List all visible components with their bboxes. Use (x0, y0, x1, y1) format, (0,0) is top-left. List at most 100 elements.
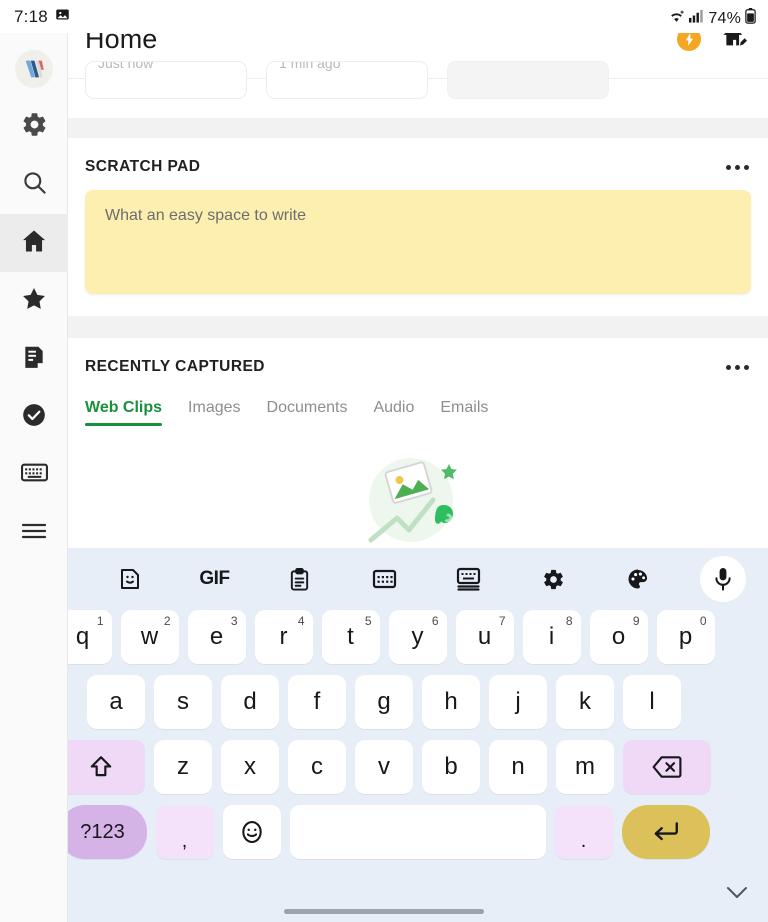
key-o[interactable]: 9o (589, 610, 648, 664)
battery-percent: 74% (708, 9, 741, 27)
key-superscript: 6 (431, 614, 439, 628)
tab-documents[interactable]: Documents (267, 399, 364, 426)
backspace-key[interactable] (623, 740, 711, 794)
recent-card-timestamp: 1 min ago (279, 61, 341, 71)
recent-card-timestamp: Just now (98, 61, 154, 71)
status-bar-right: 74% (668, 8, 756, 29)
key-label: r (279, 623, 288, 650)
sidebar-item-workspace-avatar[interactable] (0, 40, 68, 98)
recent-card[interactable]: Just now (85, 61, 247, 99)
key-u[interactable]: 7u (455, 610, 514, 664)
recent-card[interactable]: 1 min ago (266, 61, 428, 99)
one-handed-keyboard-icon[interactable] (361, 556, 407, 602)
gif-icon[interactable]: GIF (192, 556, 238, 602)
key-j[interactable]: j (489, 675, 547, 729)
recently-captured-section: RECENTLY CAPTURED Web Clips Images Docum… (68, 338, 768, 548)
key-superscript: 1 (96, 614, 104, 628)
photo-notification-icon (55, 7, 70, 27)
key-s[interactable]: s (154, 675, 212, 729)
keyboard-icon (20, 459, 48, 491)
section-spacer (68, 118, 768, 138)
sidebar-item-notes[interactable] (0, 330, 68, 388)
key-n[interactable]: n (489, 740, 547, 794)
gear-icon (21, 111, 48, 143)
sidebar-item-menu[interactable] (0, 504, 68, 562)
gif-label: GIF (199, 568, 230, 589)
key-e[interactable]: 3e (187, 610, 246, 664)
recent-card[interactable] (447, 61, 609, 99)
key-k[interactable]: k (556, 675, 614, 729)
key-label: e (209, 623, 224, 650)
key-label: o (611, 623, 626, 650)
key-superscript: 7 (498, 614, 506, 628)
sidebar-item-keyboard[interactable] (0, 446, 68, 504)
status-bar-left: 7:18 (14, 7, 70, 27)
keyboard-row-3: z x c v b n m (8, 740, 760, 794)
keyboard-bottom-bar (0, 870, 768, 922)
keyboard-key-rows: 1q 2w 3e 4r 5t 6y 7u 8i 9o 0p a s d f g … (0, 610, 768, 859)
key-h[interactable]: h (422, 675, 480, 729)
space-key[interactable] (289, 805, 546, 859)
key-superscript: 3 (230, 614, 238, 628)
evernote-logo-icon (15, 50, 53, 88)
scratch-pad-title: SCRATCH PAD (85, 158, 201, 175)
key-t[interactable]: 5t (321, 610, 380, 664)
sidebar-item-settings[interactable] (0, 98, 68, 156)
sidebar-item-tasks[interactable] (0, 388, 68, 446)
key-p[interactable]: 0p (656, 610, 715, 664)
tab-web-clips[interactable]: Web Clips (85, 399, 178, 426)
key-c[interactable]: c (288, 740, 346, 794)
recent-cards-strip: Just now 1 min ago (68, 61, 768, 118)
microphone-icon[interactable] (700, 556, 746, 602)
period-key[interactable]: . (554, 805, 613, 859)
key-label: i (548, 623, 555, 650)
recently-captured-overflow-icon[interactable] (724, 357, 751, 378)
keyboard-row-2: a s d f g h j k l (8, 675, 760, 729)
key-m[interactable]: m (556, 740, 614, 794)
scratch-pad-input[interactable]: What an easy space to write (85, 190, 751, 294)
key-g[interactable]: g (355, 675, 413, 729)
tab-emails[interactable]: Emails (440, 399, 504, 426)
comma-key[interactable]: , (155, 805, 214, 859)
sidebar-item-shortcuts[interactable] (0, 272, 68, 330)
key-v[interactable]: v (355, 740, 413, 794)
scratch-pad-overflow-icon[interactable] (724, 157, 751, 178)
clipboard-icon[interactable] (276, 556, 322, 602)
symbols-key[interactable]: ?123 (58, 805, 147, 859)
cellular-signal-icon (689, 9, 704, 28)
sidebar-item-home[interactable] (0, 214, 68, 272)
key-a[interactable]: a (87, 675, 145, 729)
key-x[interactable]: x (221, 740, 279, 794)
wifi-icon (668, 9, 685, 29)
tab-images[interactable]: Images (188, 399, 256, 426)
star-icon (20, 285, 48, 318)
key-f[interactable]: f (288, 675, 346, 729)
key-label: q (75, 623, 90, 650)
emoji-key[interactable] (222, 805, 281, 859)
hide-keyboard-chevron-icon[interactable] (724, 882, 750, 907)
sidebar-item-search[interactable] (0, 156, 68, 214)
key-z[interactable]: z (154, 740, 212, 794)
key-r[interactable]: 4r (254, 610, 313, 664)
hamburger-menu-icon (20, 520, 48, 547)
key-i[interactable]: 8i (522, 610, 581, 664)
tab-audio[interactable]: Audio (373, 399, 430, 426)
shift-key[interactable] (57, 740, 145, 794)
sticker-icon[interactable] (107, 556, 153, 602)
scratch-pad-section: SCRATCH PAD What an easy space to write (68, 138, 768, 294)
key-d[interactable]: d (221, 675, 279, 729)
key-superscript: 2 (163, 614, 171, 628)
on-screen-keyboard: GIF 1 q 2 w 3 e 4 r 5 t 6 y 7 u 8 i 9 o … (0, 548, 768, 922)
key-w[interactable]: 2w (120, 610, 179, 664)
home-indicator (284, 909, 484, 914)
enter-key[interactable] (621, 805, 710, 859)
search-icon (21, 169, 48, 201)
key-b[interactable]: b (422, 740, 480, 794)
text-editing-keyboard-icon[interactable] (446, 556, 492, 602)
theme-palette-icon[interactable] (615, 556, 661, 602)
key-l[interactable]: l (623, 675, 681, 729)
key-y[interactable]: 6y (388, 610, 447, 664)
gear-icon[interactable] (531, 556, 577, 602)
key-label: u (477, 623, 492, 650)
keyboard-row-1: 1q 2w 3e 4r 5t 6y 7u 8i 9o 0p (8, 610, 760, 664)
